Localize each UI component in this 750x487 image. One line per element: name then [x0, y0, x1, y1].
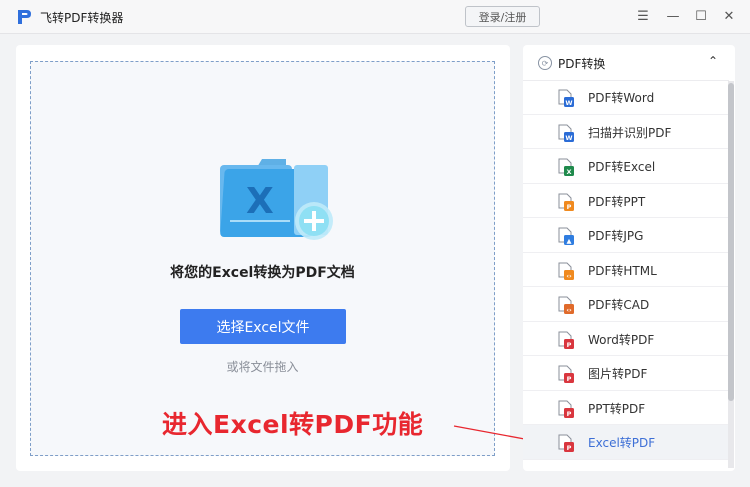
html-file-icon: ‹›	[558, 262, 574, 280]
sidebar-item[interactable]: W 扫描并识别PDF	[523, 115, 729, 149]
sidebar-item-label: Word转PDF	[588, 332, 655, 347]
sidebar-item-label: PDF转PPT	[588, 194, 646, 209]
file-drop-zone[interactable]: X 将您的Excel转换为PDF文档 选择Excel文件 或将文件拖入	[30, 61, 495, 456]
svg-text:X: X	[246, 181, 274, 222]
ppt-file-icon: P	[558, 193, 574, 211]
svg-text:‹›: ‹›	[566, 272, 572, 280]
refresh-circle-icon: ⟳	[538, 56, 552, 70]
sidebar-item-label: PDF转HTML	[588, 263, 657, 278]
svg-text:‹›: ‹›	[566, 306, 572, 314]
sidebar-item-label: PDF转CAD	[588, 298, 650, 312]
svg-text:P: P	[567, 203, 572, 211]
sidebar-item-label: PDF转JPG	[588, 229, 644, 243]
svg-text:▲: ▲	[567, 237, 572, 245]
svg-text:X: X	[566, 168, 571, 176]
svg-text:P: P	[567, 444, 572, 452]
minimize-icon[interactable]: —	[662, 6, 684, 26]
convert-prompt-text: 将您的Excel转换为PDF文档	[170, 265, 355, 281]
maximize-icon[interactable]: ☐	[690, 6, 712, 26]
sidebar-item[interactable]: ‹› PDF转CAD	[523, 287, 729, 322]
sidebar-item-label: PDF转Word	[588, 91, 655, 105]
drag-hint-text: 或将文件拖入	[226, 360, 299, 374]
chevron-up-icon[interactable]: ⌃	[708, 54, 718, 68]
pdf-convert-section-header[interactable]: ⟳ PDF转换 ⌃	[523, 45, 729, 81]
svg-text:W: W	[565, 99, 572, 107]
sidebar-item-label: PPT转PDF	[588, 401, 646, 416]
sidebar-item-label: PDF转Excel	[588, 160, 656, 174]
pdf-file-icon: P	[558, 400, 574, 418]
sidebar-item[interactable]: ‹› PDF转HTML	[523, 253, 729, 287]
conversion-list: W PDF转Word W 扫描并识别PDF X PDF转Excel P PDF转PPT ▲ PDF…	[523, 80, 729, 460]
excel-folder-icon: X	[220, 159, 333, 240]
select-excel-file-button[interactable]: 选择Excel文件	[180, 309, 346, 344]
conversion-sidebar: ⟳ PDF转换 ⌃ W PDF转Word W 扫描并识别PDF X PDF转Excel P P…	[523, 45, 735, 471]
annotation-label: 进入Excel转PDF功能	[162, 410, 424, 439]
scrollbar-thumb[interactable]	[728, 83, 734, 401]
pdf-file-icon: P	[558, 331, 574, 349]
menu-icon[interactable]: ☰	[632, 6, 654, 26]
image-file-icon: ▲	[558, 227, 574, 245]
sidebar-item[interactable]: P Word转PDF	[523, 322, 729, 356]
pdf-file-icon: P	[558, 434, 574, 452]
sidebar-item[interactable]: W PDF转Word	[523, 80, 729, 115]
sidebar-item[interactable]: X PDF转Excel	[523, 149, 729, 184]
sidebar-scrollbar[interactable]	[728, 81, 734, 468]
sidebar-item[interactable]: P 图片转PDF	[523, 356, 729, 391]
login-register-button[interactable]: 登录/注册	[465, 6, 540, 27]
pdf-file-icon: P	[558, 365, 574, 383]
app-title: 飞转PDF转换器	[40, 11, 124, 25]
sidebar-item-label: Excel转PDF	[588, 436, 656, 450]
sidebar-item[interactable]: P PPT转PDF	[523, 391, 729, 425]
sidebar-item-label: 扫描并识别PDF	[588, 125, 672, 140]
sidebar-item[interactable]: P PDF转PPT	[523, 184, 729, 218]
svg-text:P: P	[567, 375, 572, 383]
excel-file-icon: X	[558, 158, 574, 176]
section-title: PDF转换	[558, 57, 606, 71]
app-logo-icon	[18, 10, 31, 24]
word-file-icon: W	[558, 124, 574, 142]
svg-text:P: P	[567, 410, 572, 418]
sidebar-item[interactable]: P Excel转PDF	[523, 425, 729, 460]
title-bar: 飞转PDF转换器 登录/注册 ☰ — ☐ ✕	[0, 0, 750, 34]
svg-text:W: W	[565, 134, 572, 142]
svg-text:P: P	[567, 341, 572, 349]
sidebar-item-label: 图片转PDF	[588, 367, 648, 381]
cad-file-icon: ‹›	[558, 296, 574, 314]
word-file-icon: W	[558, 89, 574, 107]
sidebar-item[interactable]: ▲ PDF转JPG	[523, 218, 729, 253]
close-icon[interactable]: ✕	[718, 6, 740, 26]
